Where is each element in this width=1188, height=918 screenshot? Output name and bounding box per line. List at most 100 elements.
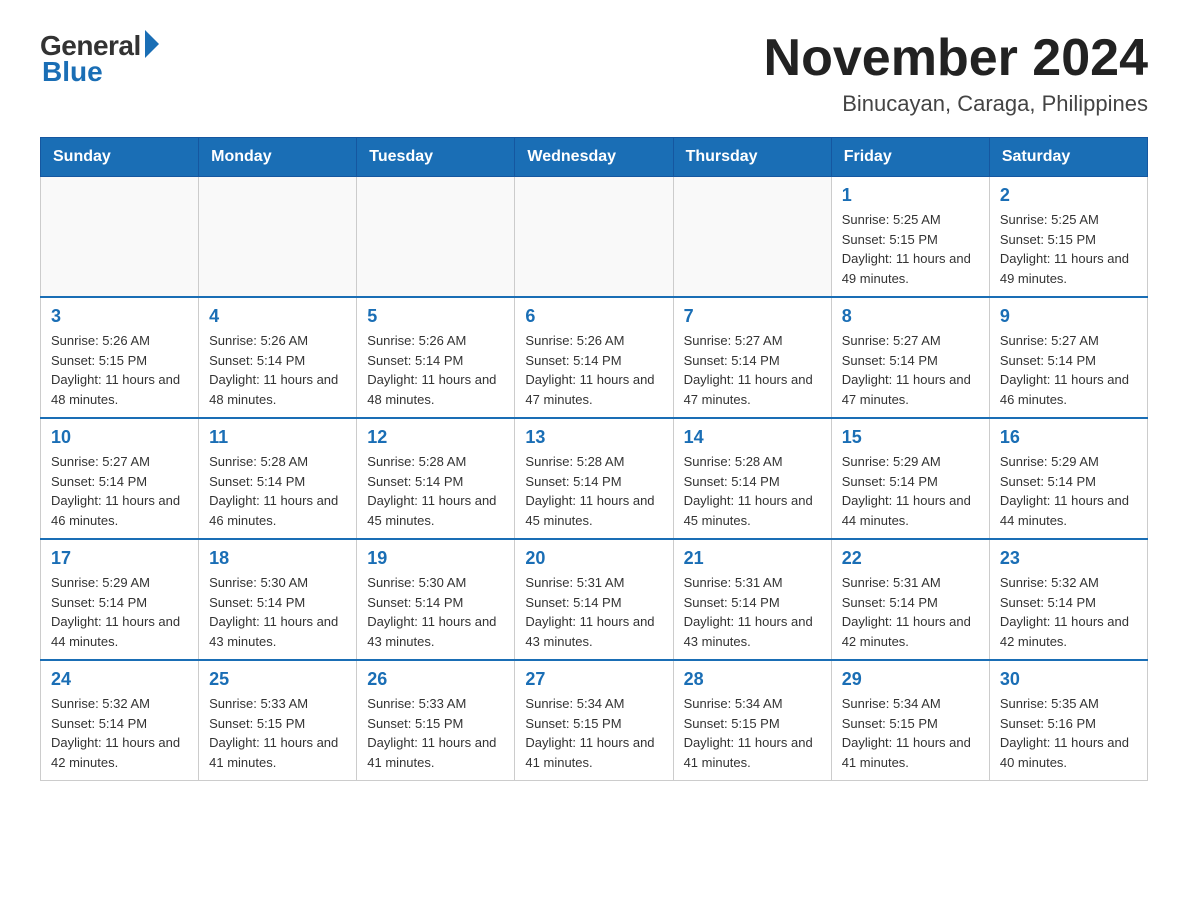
day-cell: 15 Sunrise: 5:29 AMSunset: 5:14 PMDayligh… <box>831 418 989 539</box>
day-number: 10 <box>51 427 188 448</box>
week-row-2: 3 Sunrise: 5:26 AMSunset: 5:15 PMDaylight… <box>41 297 1148 418</box>
day-number: 6 <box>525 306 662 327</box>
day-info: Sunrise: 5:26 AMSunset: 5:15 PMDaylight:… <box>51 331 188 409</box>
day-number: 27 <box>525 669 662 690</box>
title-area: November 2024 Binucayan, Caraga, Philipp… <box>764 30 1148 117</box>
day-info: Sunrise: 5:31 AMSunset: 5:14 PMDaylight:… <box>684 573 821 651</box>
day-cell: 3 Sunrise: 5:26 AMSunset: 5:15 PMDaylight… <box>41 297 199 418</box>
day-cell <box>673 177 831 298</box>
logo-blue-text: Blue <box>42 56 103 88</box>
day-cell: 27 Sunrise: 5:34 AMSunset: 5:15 PMDayligh… <box>515 660 673 781</box>
week-row-4: 17 Sunrise: 5:29 AMSunset: 5:14 PMDayligh… <box>41 539 1148 660</box>
day-cell: 26Sunrise: 5:33 AMSunset: 5:15 PMDayligh… <box>357 660 515 781</box>
logo: General Blue <box>40 30 159 88</box>
day-cell: 20Sunrise: 5:31 AMSunset: 5:14 PMDayligh… <box>515 539 673 660</box>
col-header-monday: Monday <box>199 138 357 177</box>
day-cell: 11Sunrise: 5:28 AMSunset: 5:14 PMDayligh… <box>199 418 357 539</box>
day-number: 15 <box>842 427 979 448</box>
day-number: 4 <box>209 306 346 327</box>
day-cell: 6 Sunrise: 5:26 AMSunset: 5:14 PMDaylight… <box>515 297 673 418</box>
day-cell: 1 Sunrise: 5:25 AMSunset: 5:15 PMDaylight… <box>831 177 989 298</box>
week-row-3: 10 Sunrise: 5:27 AMSunset: 5:14 PMDayligh… <box>41 418 1148 539</box>
day-number: 21 <box>684 548 821 569</box>
day-cell: 30 Sunrise: 5:35 AMSunset: 5:16 PMDayligh… <box>989 660 1147 781</box>
week-row-5: 24Sunrise: 5:32 AMSunset: 5:14 PMDayligh… <box>41 660 1148 781</box>
day-cell <box>41 177 199 298</box>
col-header-wednesday: Wednesday <box>515 138 673 177</box>
day-cell: 7 Sunrise: 5:27 AMSunset: 5:14 PMDaylight… <box>673 297 831 418</box>
day-cell: 16 Sunrise: 5:29 AMSunset: 5:14 PMDayligh… <box>989 418 1147 539</box>
day-cell: 5 Sunrise: 5:26 AMSunset: 5:14 PMDaylight… <box>357 297 515 418</box>
day-number: 29 <box>842 669 979 690</box>
day-info: Sunrise: 5:28 AMSunset: 5:14 PMDaylight:… <box>684 452 821 530</box>
day-number: 16 <box>1000 427 1137 448</box>
day-info: Sunrise: 5:35 AMSunset: 5:16 PMDaylight:… <box>1000 694 1137 772</box>
day-number: 26 <box>367 669 504 690</box>
day-info: Sunrise: 5:30 AMSunset: 5:14 PMDaylight:… <box>367 573 504 651</box>
calendar-table: SundayMondayTuesdayWednesdayThursdayFrid… <box>40 137 1148 781</box>
day-cell: 18 Sunrise: 5:30 AMSunset: 5:14 PMDayligh… <box>199 539 357 660</box>
day-number: 14 <box>684 427 821 448</box>
day-info: Sunrise: 5:29 AMSunset: 5:14 PMDaylight:… <box>842 452 979 530</box>
day-number: 17 <box>51 548 188 569</box>
day-number: 11 <box>209 427 346 448</box>
day-info: Sunrise: 5:25 AMSunset: 5:15 PMDaylight:… <box>842 210 979 288</box>
day-cell: 22 Sunrise: 5:31 AMSunset: 5:14 PMDayligh… <box>831 539 989 660</box>
day-number: 19 <box>367 548 504 569</box>
day-number: 22 <box>842 548 979 569</box>
day-info: Sunrise: 5:34 AMSunset: 5:15 PMDaylight:… <box>684 694 821 772</box>
day-info: Sunrise: 5:26 AMSunset: 5:14 PMDaylight:… <box>525 331 662 409</box>
day-cell: 21 Sunrise: 5:31 AMSunset: 5:14 PMDayligh… <box>673 539 831 660</box>
day-cell: 4 Sunrise: 5:26 AMSunset: 5:14 PMDaylight… <box>199 297 357 418</box>
day-info: Sunrise: 5:29 AMSunset: 5:14 PMDaylight:… <box>51 573 188 651</box>
day-cell: 12Sunrise: 5:28 AMSunset: 5:14 PMDayligh… <box>357 418 515 539</box>
col-header-sunday: Sunday <box>41 138 199 177</box>
day-number: 1 <box>842 185 979 206</box>
day-cell: 10 Sunrise: 5:27 AMSunset: 5:14 PMDayligh… <box>41 418 199 539</box>
day-info: Sunrise: 5:27 AMSunset: 5:14 PMDaylight:… <box>684 331 821 409</box>
day-info: Sunrise: 5:29 AMSunset: 5:14 PMDaylight:… <box>1000 452 1137 530</box>
day-cell: 29 Sunrise: 5:34 AMSunset: 5:15 PMDayligh… <box>831 660 989 781</box>
day-info: Sunrise: 5:27 AMSunset: 5:14 PMDaylight:… <box>842 331 979 409</box>
day-number: 13 <box>525 427 662 448</box>
day-info: Sunrise: 5:27 AMSunset: 5:14 PMDaylight:… <box>51 452 188 530</box>
day-info: Sunrise: 5:34 AMSunset: 5:15 PMDaylight:… <box>525 694 662 772</box>
day-number: 28 <box>684 669 821 690</box>
day-info: Sunrise: 5:26 AMSunset: 5:14 PMDaylight:… <box>367 331 504 409</box>
day-number: 25 <box>209 669 346 690</box>
day-info: Sunrise: 5:28 AMSunset: 5:14 PMDaylight:… <box>525 452 662 530</box>
day-cell: 17 Sunrise: 5:29 AMSunset: 5:14 PMDayligh… <box>41 539 199 660</box>
day-number: 30 <box>1000 669 1137 690</box>
day-cell: 19 Sunrise: 5:30 AMSunset: 5:14 PMDayligh… <box>357 539 515 660</box>
day-cell: 13 Sunrise: 5:28 AMSunset: 5:14 PMDayligh… <box>515 418 673 539</box>
day-cell: 8 Sunrise: 5:27 AMSunset: 5:14 PMDaylight… <box>831 297 989 418</box>
day-number: 7 <box>684 306 821 327</box>
day-cell: 14 Sunrise: 5:28 AMSunset: 5:14 PMDayligh… <box>673 418 831 539</box>
day-cell: 24Sunrise: 5:32 AMSunset: 5:14 PMDayligh… <box>41 660 199 781</box>
day-info: Sunrise: 5:26 AMSunset: 5:14 PMDaylight:… <box>209 331 346 409</box>
header-row: SundayMondayTuesdayWednesdayThursdayFrid… <box>41 138 1148 177</box>
day-info: Sunrise: 5:30 AMSunset: 5:14 PMDaylight:… <box>209 573 346 651</box>
day-info: Sunrise: 5:33 AMSunset: 5:15 PMDaylight:… <box>209 694 346 772</box>
month-year-title: November 2024 <box>764 30 1148 87</box>
col-header-saturday: Saturday <box>989 138 1147 177</box>
logo-arrow-icon <box>145 30 159 58</box>
header: General Blue November 2024 Binucayan, Ca… <box>40 30 1148 117</box>
col-header-friday: Friday <box>831 138 989 177</box>
day-cell: 28 Sunrise: 5:34 AMSunset: 5:15 PMDayligh… <box>673 660 831 781</box>
day-number: 8 <box>842 306 979 327</box>
day-info: Sunrise: 5:34 AMSunset: 5:15 PMDaylight:… <box>842 694 979 772</box>
day-info: Sunrise: 5:27 AMSunset: 5:14 PMDaylight:… <box>1000 331 1137 409</box>
day-cell: 9Sunrise: 5:27 AMSunset: 5:14 PMDaylight… <box>989 297 1147 418</box>
day-number: 2 <box>1000 185 1137 206</box>
day-cell <box>199 177 357 298</box>
day-cell: 2 Sunrise: 5:25 AMSunset: 5:15 PMDaylight… <box>989 177 1147 298</box>
day-number: 3 <box>51 306 188 327</box>
day-number: 18 <box>209 548 346 569</box>
day-number: 12 <box>367 427 504 448</box>
day-info: Sunrise: 5:25 AMSunset: 5:15 PMDaylight:… <box>1000 210 1137 288</box>
day-number: 5 <box>367 306 504 327</box>
day-cell <box>515 177 673 298</box>
day-info: Sunrise: 5:32 AMSunset: 5:14 PMDaylight:… <box>1000 573 1137 651</box>
day-info: Sunrise: 5:31 AMSunset: 5:14 PMDaylight:… <box>842 573 979 651</box>
